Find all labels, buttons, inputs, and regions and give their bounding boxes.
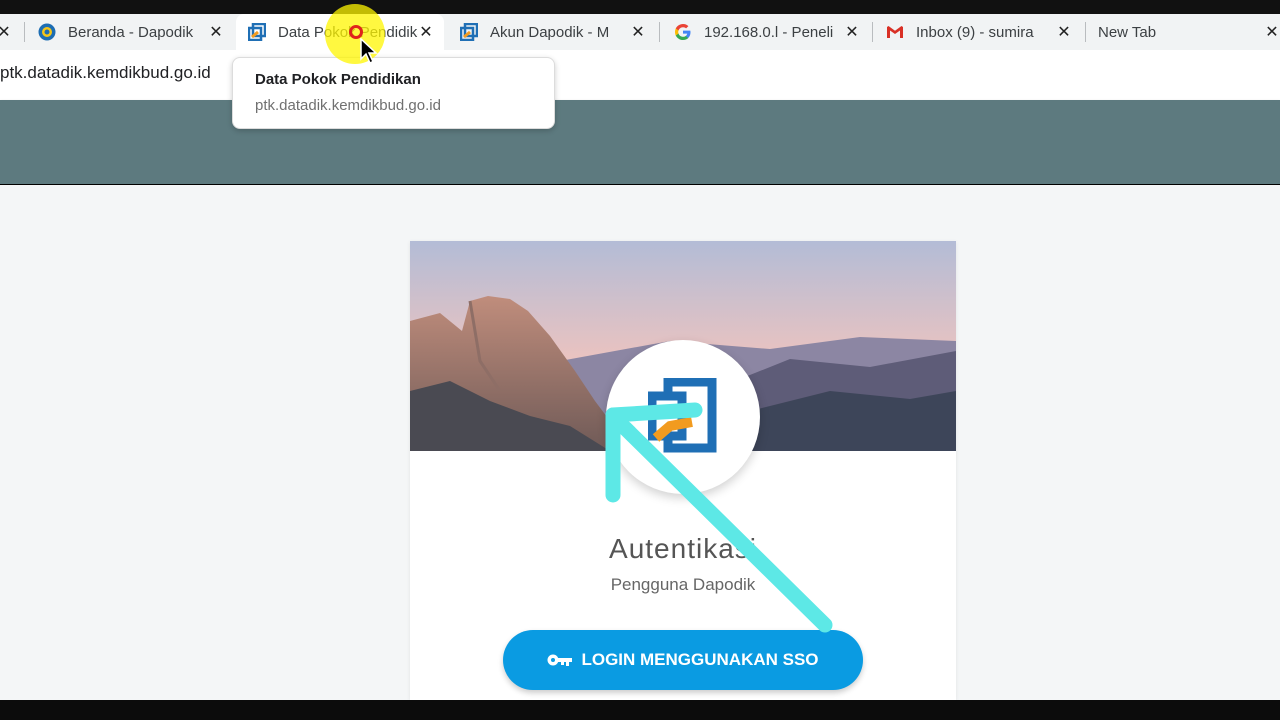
- auth-title: Autentikasi: [609, 533, 757, 564]
- app-logo: [606, 340, 760, 494]
- window-bottom-bar: [0, 700, 1280, 720]
- tooltip-title: Data Pokok Pendidikan: [255, 71, 421, 88]
- google-icon: [675, 24, 691, 40]
- close-icon[interactable]: ✕: [1264, 22, 1280, 42]
- tab-hover-tooltip: Data Pokok Pendidikan ptk.datadik.kemdik…: [232, 57, 555, 129]
- tab-title: 192.168.0.l - Peneli: [704, 23, 834, 41]
- mouse-pointer-icon: [360, 38, 378, 65]
- tab-title: Beranda - Dapodik: [68, 23, 194, 41]
- close-icon[interactable]: ✕: [208, 22, 224, 42]
- tab-separator: [872, 22, 873, 42]
- tab-router[interactable]: 192.168.0.l - Peneli ✕: [662, 14, 870, 50]
- address-bar-url[interactable]: ptk.datadik.kemdikbud.go.id: [0, 63, 211, 83]
- tab-title: Inbox (9) - sumira: [916, 23, 1034, 41]
- window-top-bar: [0, 0, 1280, 14]
- key-icon: [547, 653, 573, 667]
- dapodik-logo-icon: [648, 378, 717, 453]
- close-icon[interactable]: ✕: [630, 22, 646, 42]
- login-card: Autentikasi Pengguna Dapodik LOGIN MENGG…: [410, 241, 956, 700]
- close-icon[interactable]: ✕: [418, 22, 434, 42]
- tab-inbox[interactable]: Inbox (9) - sumira ✕: [874, 14, 1082, 50]
- dapodik-icon: [248, 23, 266, 41]
- tab-strip: ✕ Beranda - Dapodik ✕ Data Pokok Pendidi…: [0, 14, 1280, 50]
- login-sso-button[interactable]: LOGIN MENGGUNAKAN SSO: [503, 630, 863, 690]
- auth-subtitle: Pengguna Dapodik: [610, 575, 756, 594]
- gmail-icon: [887, 26, 903, 38]
- tab-beranda[interactable]: Beranda - Dapodik ✕: [26, 14, 234, 50]
- dapodik-icon: [460, 23, 478, 41]
- tab-new-tab[interactable]: New Tab ✕: [1088, 14, 1280, 50]
- tab-title: New Tab: [1098, 23, 1157, 41]
- click-indicator-icon: [349, 25, 363, 39]
- login-button-label: LOGIN MENGGUNAKAN SSO: [581, 650, 819, 669]
- tab-separator: [1085, 22, 1086, 42]
- tooltip-url: ptk.datadik.kemdikbud.go.id: [255, 97, 441, 114]
- tab-akun-dapodik[interactable]: Akun Dapodik - M ✕: [448, 14, 656, 50]
- browser-toolbar: ptk.datadik.kemdikbud.go.id: [0, 50, 1280, 96]
- tab-title: Akun Dapodik - M: [490, 23, 610, 41]
- tab-partial-left[interactable]: ✕: [0, 14, 14, 50]
- tab-separator: [659, 22, 660, 42]
- site-header-band: [0, 100, 1280, 184]
- tutwuri-icon: [38, 23, 56, 41]
- close-icon[interactable]: ✕: [844, 22, 860, 42]
- close-icon[interactable]: ✕: [0, 22, 12, 42]
- close-icon[interactable]: ✕: [1056, 22, 1072, 42]
- tab-separator: [24, 22, 25, 42]
